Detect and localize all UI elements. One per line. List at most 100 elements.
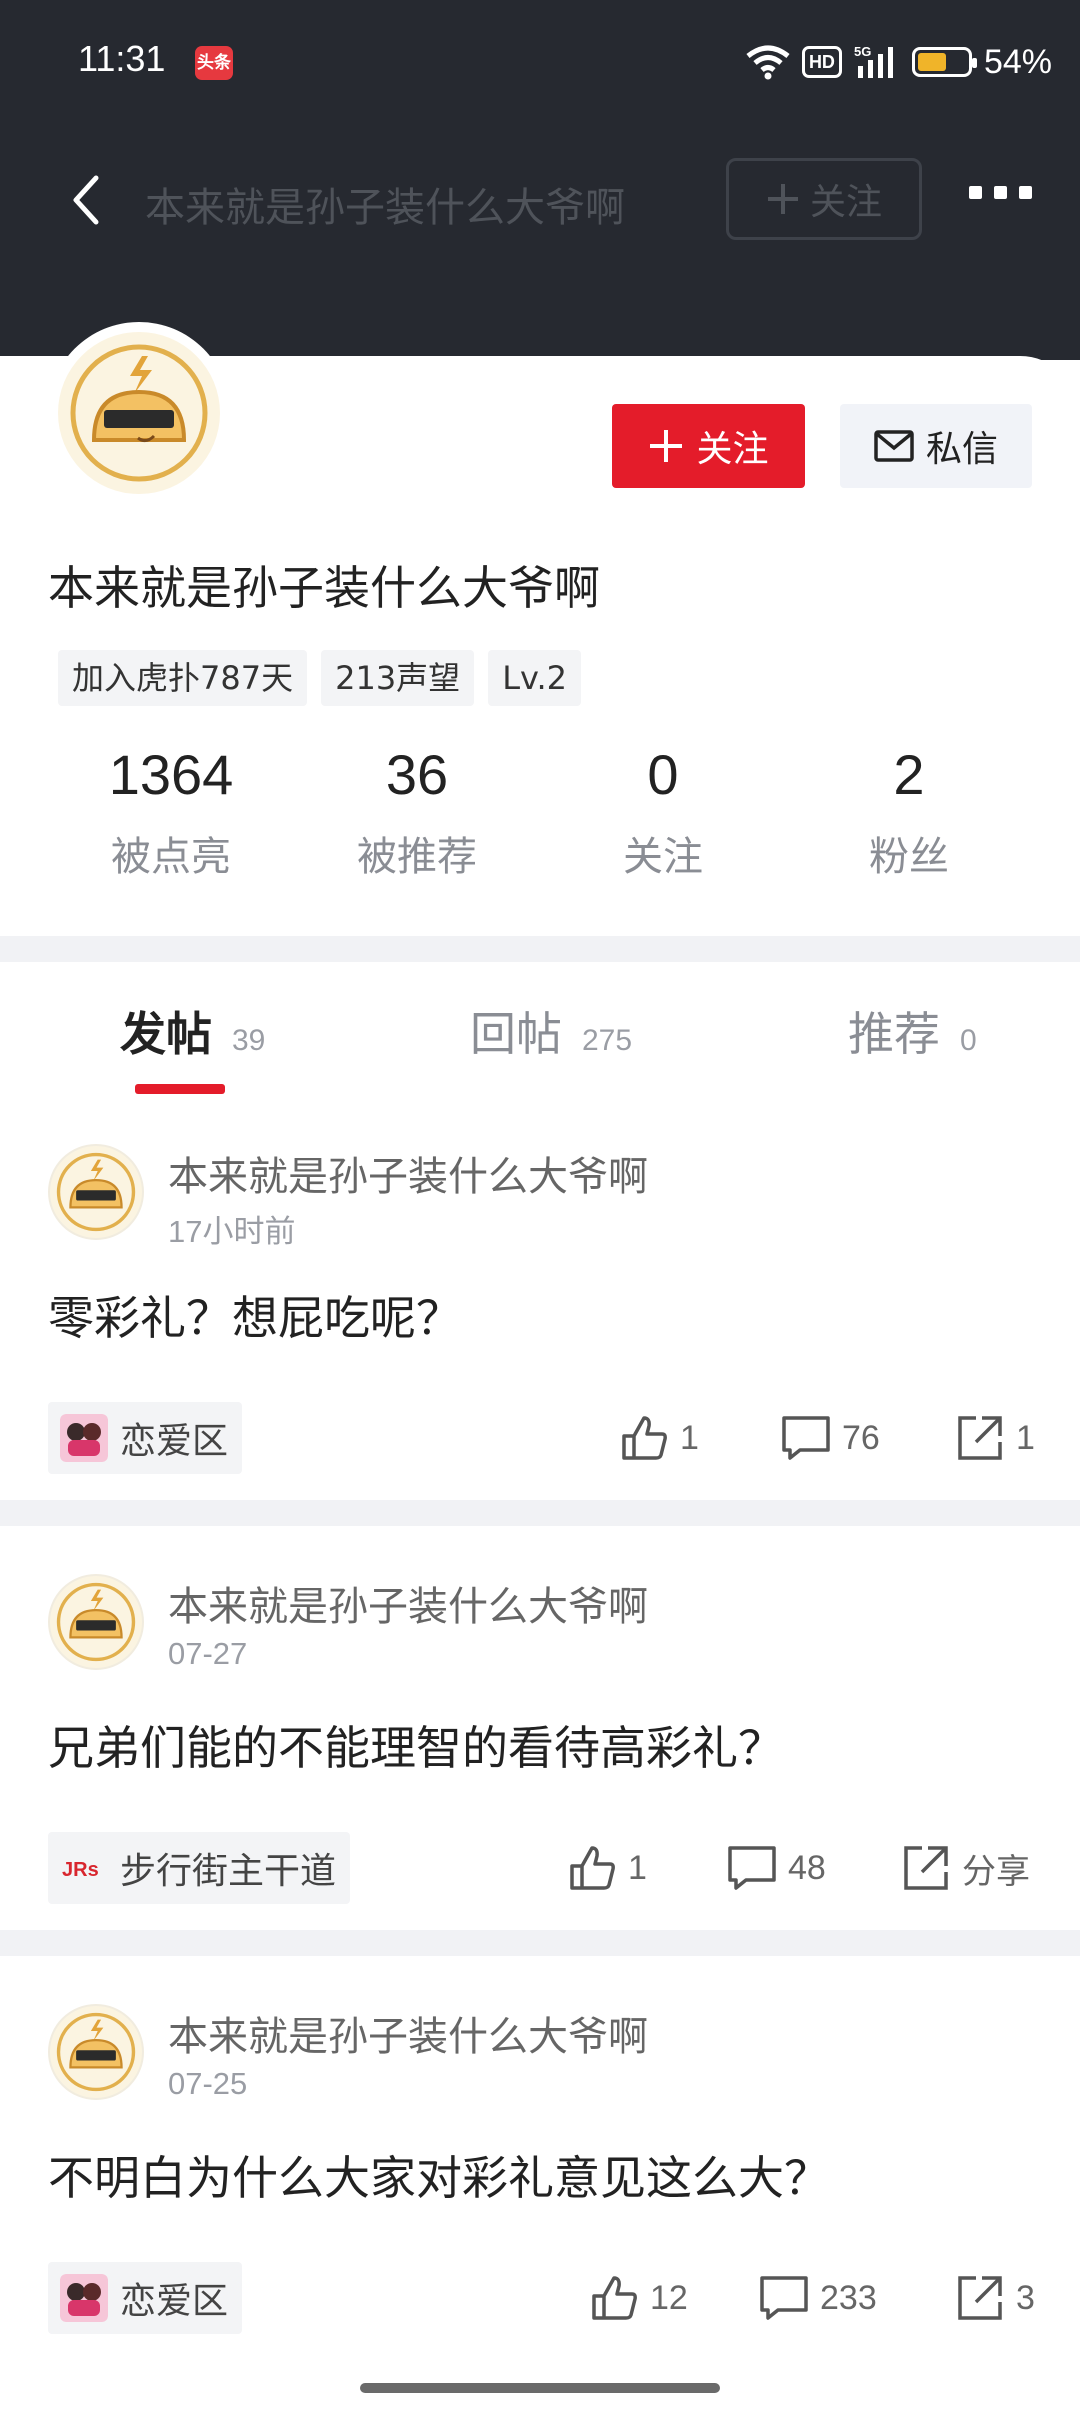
plus-icon [767, 184, 798, 214]
message-button-label: 私信 [925, 429, 998, 470]
comment-action[interactable]: 233 [758, 2272, 877, 2324]
comment-count: 76 [842, 1418, 880, 1457]
share-count: 3 [1016, 2278, 1035, 2317]
share-label: 分享 [962, 1852, 1030, 1891]
comment-count: 233 [820, 2278, 877, 2317]
message-button[interactable]: 私信 [840, 404, 1032, 488]
stat-value: 2 [893, 743, 925, 806]
tab-count: 275 [582, 1024, 633, 1057]
default-avatar-icon [56, 1152, 136, 1232]
tag-join-days: 加入虎扑787天 [58, 650, 308, 706]
post-title[interactable]: 不明白为什么大家对彩礼意见这么大？ [48, 2142, 830, 2208]
stat-recommended[interactable]: 36 被推荐 [294, 740, 540, 882]
mail-icon [874, 430, 914, 462]
like-action[interactable]: 1 [618, 1412, 699, 1464]
default-avatar-icon [56, 2012, 136, 2092]
svg-text:JRs: JRs [62, 1859, 99, 1881]
stat-followers[interactable]: 2 粉丝 [786, 740, 1032, 882]
nav-follow-label: 关注 [809, 182, 882, 223]
thumbs-up-icon [570, 1846, 615, 1890]
like-count: 1 [680, 1418, 699, 1457]
stat-value: 0 [647, 743, 679, 806]
post-author[interactable]: 本来就是孙子装什么大爷啊 [168, 1144, 648, 1202]
share-icon [958, 1416, 1002, 1460]
tab-label: 推荐 [848, 1007, 940, 1061]
stat-label: 被推荐 [357, 834, 477, 880]
follow-button-label: 关注 [696, 429, 769, 470]
post-title[interactable]: 兄弟们能的不能理智的看待高彩礼？ [48, 1712, 784, 1778]
stat-value: 36 [385, 743, 449, 806]
forum-label: 恋爱区 [120, 1421, 229, 1462]
default-avatar-icon [56, 1582, 136, 1662]
comment-count: 48 [788, 1848, 826, 1887]
like-action[interactable]: 1 [566, 1842, 647, 1894]
love-forum-icon [60, 2274, 108, 2322]
share-action[interactable]: 3 [954, 2272, 1035, 2324]
profile-username: 本来就是孙子装什么大爷啊 [48, 561, 600, 615]
stat-following[interactable]: 0 关注 [540, 740, 786, 882]
tag-reputation: 213声望 [321, 650, 475, 706]
share-count: 1 [1016, 1418, 1035, 1457]
status-time: 11:31 [78, 38, 166, 79]
hd-icon: HD [801, 46, 842, 78]
default-avatar-icon [70, 344, 208, 482]
stat-lit[interactable]: 1364 被点亮 [48, 740, 294, 882]
profile-tags: 加入虎扑787天 213声望 Lv.2 [58, 650, 581, 706]
like-count: 12 [650, 2278, 688, 2317]
status-icons: HD 5G 54% [746, 40, 1052, 84]
post-avatar[interactable] [48, 1574, 144, 1670]
forum-tag[interactable]: 恋爱区 [48, 1402, 243, 1474]
share-icon [904, 1846, 948, 1890]
nav-follow-button[interactable]: 关注 [726, 158, 922, 240]
post-title[interactable]: 零彩礼？想屁吃呢？ [48, 1282, 462, 1348]
back-arrow-icon[interactable] [62, 172, 112, 228]
signal-icon: 5G [854, 44, 893, 78]
home-indicator[interactable] [360, 2383, 720, 2393]
active-tab-indicator [135, 1084, 225, 1094]
stat-value: 1364 [108, 743, 234, 806]
jrs-forum-icon: JRs [60, 1844, 108, 1892]
stat-label: 粉丝 [869, 834, 949, 880]
post-author[interactable]: 本来就是孙子装什么大爷啊 [168, 2004, 648, 2062]
more-options-icon[interactable] [969, 186, 1032, 199]
tab-posts[interactable]: 发帖 39 [120, 998, 265, 1064]
post-avatar[interactable] [48, 2004, 144, 2100]
share-icon [958, 2276, 1002, 2320]
toutiao-notification-icon: 头条 [195, 46, 233, 80]
post-item[interactable]: 本来就是孙子装什么大爷啊 07-25 不明白为什么大家对彩礼意见这么大？ 恋爱区… [0, 2004, 1080, 2334]
follow-button[interactable]: 关注 [612, 404, 805, 488]
comment-action[interactable]: 76 [780, 1412, 880, 1464]
top-nav-bar: 本来就是孙子装什么大爷啊 关注 [0, 150, 1080, 250]
like-action[interactable]: 12 [588, 2272, 688, 2324]
tag-level: Lv.2 [488, 650, 581, 706]
tab-replies[interactable]: 回帖 275 [470, 998, 632, 1064]
forum-tag[interactable]: JRs 步行街主干道 [48, 1832, 351, 1904]
post-author[interactable]: 本来就是孙子装什么大爷啊 [168, 1574, 648, 1632]
post-avatar[interactable] [48, 1144, 144, 1240]
post-divider [0, 1500, 1080, 1526]
avatar[interactable] [48, 322, 230, 504]
post-time: 07-27 [168, 1636, 248, 1671]
love-forum-icon [60, 1414, 108, 1462]
share-action[interactable]: 1 [954, 1412, 1035, 1464]
nav-title: 本来就是孙子装什么大爷啊 [145, 185, 625, 231]
forum-tag[interactable]: 恋爱区 [48, 2262, 243, 2334]
post-item[interactable]: 本来就是孙子装什么大爷啊 17小时前 零彩礼？想屁吃呢？ 恋爱区 1 76 1 [0, 1144, 1080, 1474]
tab-label: 回帖 [470, 1007, 562, 1061]
comment-icon [760, 2276, 808, 2320]
content-tabs: 发帖 39 回帖 275 推荐 0 [0, 958, 1080, 1098]
thumbs-up-icon [622, 1416, 667, 1460]
wifi-icon [746, 45, 790, 80]
comment-action[interactable]: 48 [726, 1842, 826, 1894]
tab-count: 39 [232, 1024, 266, 1057]
network-type-label: 5G [854, 44, 871, 59]
tab-label: 发帖 [120, 1007, 212, 1061]
forum-label: 步行街主干道 [120, 1851, 337, 1892]
post-time: 07-25 [168, 2066, 248, 2101]
post-item[interactable]: 本来就是孙子装什么大爷啊 07-27 兄弟们能的不能理智的看待高彩礼？ JRs … [0, 1574, 1080, 1904]
tab-recommended[interactable]: 推荐 0 [848, 998, 977, 1064]
battery-level: 54% [983, 42, 1052, 81]
stat-label: 关注 [623, 834, 703, 880]
plus-icon [650, 430, 683, 462]
share-action[interactable]: 分享 [900, 1842, 1030, 1894]
